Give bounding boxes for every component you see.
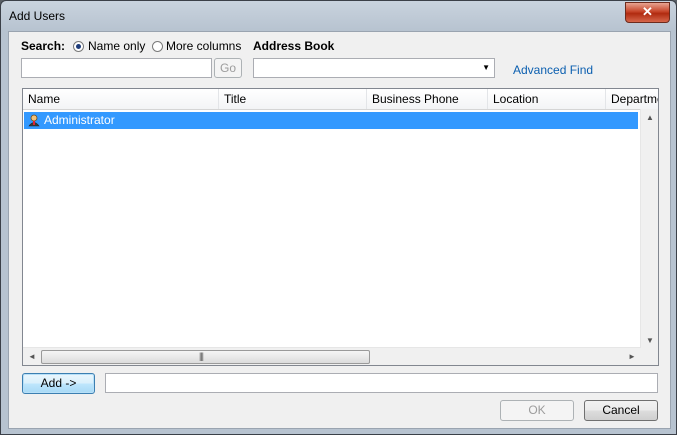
name-only-label[interactable]: Name only	[88, 39, 145, 53]
name-only-radio[interactable]	[73, 41, 84, 52]
more-columns-radio[interactable]	[152, 41, 163, 52]
add-users-dialog: Add Users ✕ Search: Name only More colum…	[0, 0, 677, 435]
address-book-dropdown[interactable]: ▼	[253, 58, 495, 78]
search-input[interactable]	[21, 58, 212, 78]
dialog-body: Search: Name only More columns Address B…	[8, 31, 671, 429]
user-name: Administrator	[44, 113, 115, 127]
grip-icon: |||	[199, 351, 204, 361]
close-icon: ✕	[642, 4, 653, 19]
scroll-right-icon[interactable]: ►	[628, 352, 636, 361]
user-icon	[28, 114, 40, 127]
horizontal-scrollbar[interactable]: ◄ ||| ►	[23, 347, 641, 365]
ok-button[interactable]: OK	[500, 400, 574, 421]
added-users-input[interactable]	[105, 373, 658, 393]
search-label: Search:	[21, 39, 66, 53]
scroll-down-icon[interactable]: ▼	[646, 336, 654, 345]
horizontal-scroll-thumb[interactable]: |||	[41, 350, 370, 364]
scroll-left-icon[interactable]: ◄	[28, 352, 36, 361]
more-columns-label[interactable]: More columns	[166, 39, 241, 53]
cancel-button[interactable]: Cancel	[584, 400, 658, 421]
go-button-label: Go	[219, 61, 236, 75]
column-header-location[interactable]: Location	[488, 89, 606, 109]
list-header: Name Title Business Phone Location Depar…	[23, 89, 658, 110]
address-book-label: Address Book	[253, 39, 335, 53]
users-list[interactable]: Name Title Business Phone Location Depar…	[22, 88, 659, 366]
list-item[interactable]: Administrator	[24, 112, 638, 129]
add-button[interactable]: Add ->	[22, 373, 95, 394]
vertical-scrollbar[interactable]: ▲ ▼	[640, 109, 658, 349]
scroll-up-icon[interactable]: ▲	[646, 113, 654, 122]
cancel-button-label: Cancel	[602, 403, 640, 417]
advanced-find-link[interactable]: Advanced Find	[513, 63, 593, 77]
column-header-business-phone[interactable]: Business Phone	[367, 89, 488, 109]
go-button[interactable]: Go	[214, 58, 242, 78]
column-header-department[interactable]: Departme	[606, 89, 658, 109]
add-button-label: Add ->	[40, 376, 77, 390]
column-header-title[interactable]: Title	[219, 89, 367, 109]
column-header-name[interactable]: Name	[23, 89, 219, 109]
window-title: Add Users	[9, 9, 66, 23]
chevron-down-icon: ▼	[482, 63, 490, 72]
ok-button-label: OK	[528, 403, 546, 417]
close-button[interactable]: ✕	[625, 2, 670, 23]
scrollbar-corner	[641, 348, 658, 365]
title-bar[interactable]: Add Users ✕	[1, 1, 676, 31]
